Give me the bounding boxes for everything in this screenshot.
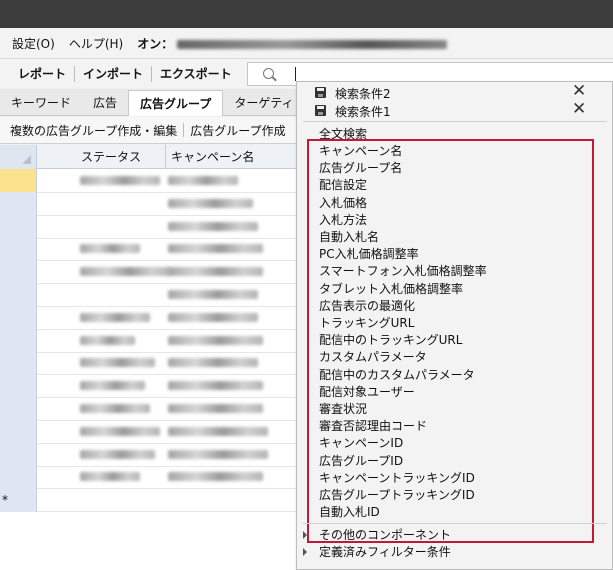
redacted-cell bbox=[80, 312, 150, 322]
table-row[interactable] bbox=[0, 169, 300, 193]
tab-keyword[interactable]: キーワード bbox=[0, 91, 82, 115]
row-header[interactable] bbox=[0, 237, 37, 262]
redacted-cell bbox=[168, 426, 268, 436]
redacted-cell bbox=[80, 244, 140, 254]
new-row-marker: * bbox=[0, 488, 37, 513]
redacted-cell bbox=[80, 176, 160, 185]
separator bbox=[303, 121, 607, 122]
table-row[interactable] bbox=[0, 397, 300, 421]
divider bbox=[183, 123, 185, 137]
table-row[interactable] bbox=[0, 328, 300, 353]
table-row[interactable] bbox=[0, 237, 300, 262]
table-row[interactable] bbox=[0, 305, 300, 330]
bulk-create-edit-button[interactable]: 複数の広告グループ作成・編集 bbox=[10, 122, 183, 139]
table-row[interactable] bbox=[0, 191, 300, 216]
row-header[interactable] bbox=[0, 260, 37, 285]
redacted-cell bbox=[168, 198, 253, 208]
row-header[interactable] bbox=[0, 465, 37, 490]
redacted-cell bbox=[168, 290, 258, 299]
table-row[interactable] bbox=[0, 374, 300, 399]
table-row[interactable] bbox=[0, 465, 300, 490]
ad-group-grid: ステータス キャンペーン名 * bbox=[0, 145, 300, 570]
row-header[interactable] bbox=[0, 169, 37, 193]
saved-condition-label: 検索条件1 bbox=[335, 105, 391, 119]
import-button[interactable]: インポート bbox=[75, 65, 153, 82]
menu-settings[interactable]: 設定(O) bbox=[12, 35, 55, 52]
redacted-cell bbox=[80, 335, 135, 345]
row-header[interactable] bbox=[0, 397, 37, 421]
redacted-cell bbox=[168, 244, 263, 254]
redacted-cell bbox=[168, 449, 268, 459]
redacted-cell bbox=[168, 267, 263, 277]
redacted-cell bbox=[168, 312, 258, 322]
redacted-cell bbox=[168, 176, 238, 185]
column-header-campaign[interactable]: キャンペーン名 bbox=[166, 145, 300, 169]
tab-ad[interactable]: 広告 bbox=[82, 91, 128, 115]
export-button[interactable]: エクスポート bbox=[152, 66, 240, 82]
submenu-arrow-icon bbox=[303, 531, 307, 539]
new-row[interactable]: * bbox=[0, 488, 300, 513]
menu-help[interactable]: ヘルプ(H) bbox=[69, 35, 123, 52]
table-row[interactable] bbox=[0, 442, 300, 467]
menubar: 設定(O) ヘルプ(H) オン： bbox=[0, 28, 613, 58]
saved-condition-item[interactable]: 検索条件1 ✕ bbox=[297, 99, 613, 120]
redacted-cell bbox=[80, 404, 150, 413]
row-header[interactable] bbox=[0, 283, 37, 307]
table-row[interactable] bbox=[0, 260, 300, 285]
row-header[interactable] bbox=[0, 374, 37, 399]
redacted-cell bbox=[80, 449, 155, 459]
column-header-status[interactable]: ステータス bbox=[76, 145, 166, 169]
redacted-cell bbox=[80, 381, 145, 391]
row-header[interactable] bbox=[0, 305, 37, 330]
create-ad-group-button[interactable]: 広告グループ作成 bbox=[190, 122, 291, 139]
row-header[interactable] bbox=[0, 351, 37, 376]
table-row[interactable] bbox=[0, 214, 300, 239]
close-icon[interactable]: ✕ bbox=[572, 81, 586, 101]
redacted-cell bbox=[80, 358, 155, 368]
tab-ad-group[interactable]: 広告グループ bbox=[128, 90, 224, 116]
grid-header: ステータス キャンペーン名 bbox=[0, 145, 300, 169]
submenu-other-components[interactable]: その他のコンポーネント bbox=[319, 526, 451, 543]
row-header[interactable] bbox=[0, 442, 37, 467]
row-header[interactable] bbox=[0, 191, 37, 216]
search-icon bbox=[263, 68, 274, 79]
saved-condition-label: 検索条件2 bbox=[335, 87, 391, 101]
table-row[interactable] bbox=[0, 419, 300, 444]
saved-condition-item[interactable]: 検索条件2 ✕ bbox=[297, 81, 613, 102]
account-label: オン： bbox=[137, 35, 448, 52]
redacted-cell bbox=[168, 221, 258, 231]
redacted-cell bbox=[80, 472, 140, 482]
redacted-cell bbox=[168, 358, 258, 368]
submenu-predefined-filters[interactable]: 定義済みフィルター条件 bbox=[319, 543, 451, 560]
highlight-box bbox=[307, 139, 594, 543]
text-caret bbox=[295, 67, 296, 81]
redacted-cell bbox=[168, 404, 263, 413]
table-row[interactable] bbox=[0, 283, 300, 307]
report-button[interactable]: レポート bbox=[10, 65, 76, 82]
row-header[interactable] bbox=[0, 328, 37, 353]
table-row[interactable] bbox=[0, 351, 300, 376]
redacted-cell bbox=[168, 335, 263, 345]
tab-targeting[interactable]: ターゲティ bbox=[223, 91, 304, 115]
redacted-cell bbox=[168, 472, 263, 482]
redacted-cell bbox=[80, 267, 170, 277]
separator bbox=[303, 523, 607, 524]
row-header[interactable] bbox=[0, 419, 37, 444]
save-icon bbox=[315, 105, 326, 116]
redacted-cell bbox=[80, 426, 160, 436]
select-all-corner[interactable] bbox=[0, 145, 37, 169]
redacted-cell bbox=[168, 381, 263, 391]
window-titlebar bbox=[0, 0, 613, 28]
account-prefix: オン： bbox=[137, 36, 174, 51]
account-name-redacted bbox=[177, 39, 448, 49]
row-header[interactable] bbox=[0, 214, 37, 239]
close-icon[interactable]: ✕ bbox=[572, 99, 586, 119]
search-field-dropdown: 検索条件2 ✕ 検索条件1 ✕ 全文検索 キャンペーン名 広告グループ名 配信設定入… bbox=[296, 81, 613, 570]
submenu-arrow-icon bbox=[303, 548, 307, 556]
save-icon bbox=[315, 87, 326, 98]
